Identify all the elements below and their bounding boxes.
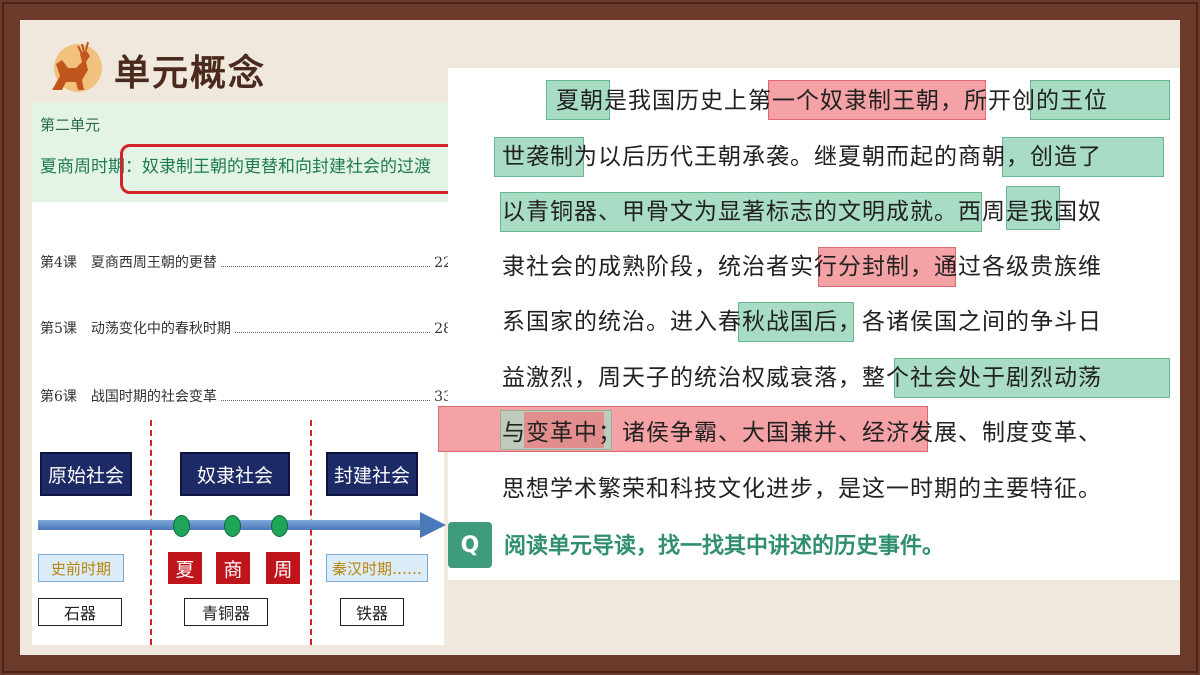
- toc-scan: 第二单元 夏商周时期：奴隶制王朝的更替和向封建社会的过渡 第4课 夏商西周王朝的…: [32, 102, 482, 420]
- toc-lesson-label: 第4课 夏商西周王朝的更替: [40, 255, 217, 271]
- paragraph-line: 夏朝是我国历史上第一个奴隶制王朝，所开创的王位: [556, 88, 1108, 114]
- paragraph-line: 世袭制为以后历代王朝承袭。继夏朝而起的商朝，创造了: [502, 144, 1102, 170]
- era-feudal: 封建社会: [326, 452, 418, 496]
- toc-unit-label: 第二单元: [40, 116, 101, 134]
- toc-leader-dots: [220, 266, 431, 267]
- arrow-head-icon: [420, 512, 446, 538]
- paragraph-line: 隶社会的成熟阶段，统治者实行分封制，通过各级贵族维: [502, 254, 1102, 280]
- tool-iron: 铁器: [340, 598, 404, 626]
- question-text: 阅读单元导读，找一找其中讲述的历史事件。: [504, 534, 945, 559]
- toc-lesson-label: 第6课 战国时期的社会变革: [40, 389, 217, 405]
- era-primitive: 原始社会: [40, 452, 132, 496]
- timeline-dot: [173, 515, 190, 537]
- page-title: 单元概念: [114, 53, 267, 94]
- theme-highlight-oval: [120, 144, 482, 194]
- dynasty-zhou: 周: [266, 552, 300, 584]
- tool-stone: 石器: [38, 598, 122, 626]
- period-qin-han: 秦汉时期……: [326, 554, 428, 582]
- dynasty-xia: 夏: [168, 552, 202, 584]
- toc-lesson-6: 第6课 战国时期的社会变革 33: [40, 386, 452, 406]
- tool-bronze: 青铜器: [184, 598, 268, 626]
- era-slave: 奴隶社会: [180, 452, 290, 496]
- deer-logo-icon: [52, 41, 102, 92]
- era-divider: [150, 420, 152, 645]
- paragraph-line: 思想学术繁荣和科技文化进步，是这一时期的主要特征。: [502, 476, 1102, 502]
- toc-leader-dots: [220, 400, 431, 401]
- toc-lesson-5: 第5课 动荡变化中的春秋时期 28: [40, 318, 452, 338]
- timeline-dot: [271, 515, 288, 537]
- toc-leader-dots: [234, 332, 431, 333]
- toc-lesson-label: 第5课 动荡变化中的春秋时期: [40, 321, 231, 337]
- paragraph-line: 以青铜器、甲骨文为显著标志的文明成就。西周是我国奴: [502, 199, 1102, 225]
- question-badge: Q: [448, 522, 492, 568]
- history-timeline: 原始社会 奴隶社会 封建社会 史前时期 夏 商 周 秦汉时期…… 石器 青铜器 …: [32, 420, 446, 645]
- era-divider: [310, 420, 312, 645]
- paragraph-line: 与变革中；诸侯争霸、大国兼并、经济发展、制度变革、: [502, 420, 1102, 446]
- dynasty-shang: 商: [216, 552, 250, 584]
- period-prehistoric: 史前时期: [38, 554, 124, 582]
- toc-lesson-4: 第4课 夏商西周王朝的更替 22: [40, 252, 452, 272]
- timeline-dot: [224, 515, 241, 537]
- paragraph-line: 益激烈，周天子的统治权威衰落，整个社会处于剧烈动荡: [502, 365, 1102, 391]
- paragraph-line: 系国家的统治。进入春秋战国后，各诸侯国之间的争斗日: [502, 309, 1102, 335]
